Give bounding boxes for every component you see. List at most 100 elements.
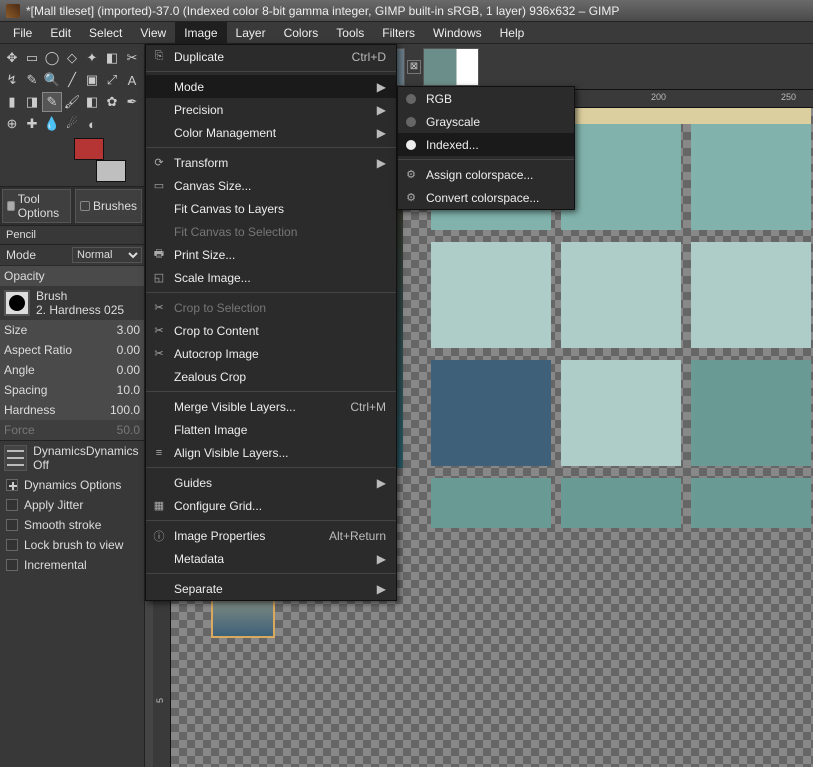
apply-jitter-check[interactable]: Apply Jitter [0, 495, 144, 515]
tool-dodge-icon[interactable]: ◐ [82, 114, 102, 134]
image-menu-item[interactable]: Zealous Crop [146, 365, 396, 388]
checkbox-icon [6, 519, 18, 531]
menu-item-icon: ◱ [152, 271, 166, 285]
menu-windows[interactable]: Windows [424, 22, 491, 43]
bg-color-swatch[interactable] [96, 160, 126, 182]
image-menu-item[interactable]: Guides▶ [146, 471, 396, 494]
opacity-slider[interactable]: Opacity [0, 266, 144, 286]
tool-clone-icon[interactable]: ⊕ [2, 114, 22, 134]
tool-gradient-icon[interactable]: ◨ [22, 92, 42, 112]
tool-smudge-icon[interactable]: ☄ [62, 114, 82, 134]
mode-select[interactable]: Normal [72, 247, 142, 263]
tab-brushes[interactable]: Brushes [75, 189, 142, 223]
tool-transform-icon[interactable]: ⤢ [102, 70, 122, 90]
fg-color-swatch[interactable] [74, 138, 104, 160]
image-menu-item[interactable]: Separate▶ [146, 577, 396, 600]
hardness-slider[interactable]: Hardness100.0 [0, 400, 144, 420]
dynamics-row[interactable]: DynamicsDynamics Off [0, 440, 144, 475]
brushes-icon [80, 201, 90, 211]
tool-bucket-icon[interactable]: ▮ [2, 92, 22, 112]
menu-filters[interactable]: Filters [373, 22, 424, 43]
tool-move-icon[interactable]: ✥ [2, 48, 22, 68]
gear-icon: ⚙ [404, 168, 418, 182]
menu-item-icon: ✂ [152, 347, 166, 361]
image-menu-item[interactable]: ⟳Transform▶ [146, 151, 396, 174]
image-menu-item[interactable]: 🖶Print Size... [146, 243, 396, 266]
menu-tools[interactable]: Tools [327, 22, 373, 43]
image-menu-item[interactable]: Flatten Image [146, 418, 396, 441]
mode-submenu-item[interactable]: ⚙Convert colorspace... [398, 186, 574, 209]
radio-icon [406, 117, 416, 127]
force-slider[interactable]: Force50.0 [0, 420, 144, 440]
menu-select[interactable]: Select [80, 22, 131, 43]
spacing-slider[interactable]: Spacing10.0 [0, 380, 144, 400]
menu-item-icon: ▭ [152, 179, 166, 193]
mode-submenu-item[interactable]: RGB [398, 87, 574, 110]
image-menu-item[interactable]: ◱Scale Image... [146, 266, 396, 289]
image-menu-item[interactable]: ⓘImage PropertiesAlt+Return [146, 524, 396, 547]
tool-eraser-icon[interactable]: ◧ [82, 92, 102, 112]
image-menu-item[interactable]: Precision▶ [146, 98, 396, 121]
tool-blur-icon[interactable]: 💧 [42, 114, 62, 134]
mode-submenu-item[interactable]: ⚙Assign colorspace... [398, 163, 574, 186]
tool-free-select-icon[interactable]: ◇ [62, 48, 82, 68]
tool-ink-icon[interactable]: ✒ [122, 92, 142, 112]
dynamics-options-expander[interactable]: Dynamics Options [0, 475, 144, 495]
tool-ellipse-select-icon[interactable]: ◯ [42, 48, 62, 68]
tool-rect-select-icon[interactable]: ▭ [22, 48, 42, 68]
image-menu-item[interactable]: Color Management▶ [146, 121, 396, 144]
submenu-arrow-icon: ▶ [353, 126, 386, 140]
tool-paths-icon[interactable]: ↯ [2, 70, 22, 90]
menu-view[interactable]: View [131, 22, 175, 43]
tool-fuzzy-select-icon[interactable]: ✦ [82, 48, 102, 68]
tool-pencil-icon[interactable]: ✎ [42, 92, 62, 112]
incremental-check[interactable]: Incremental [0, 555, 144, 575]
image-menu-item: Fit Canvas to Selection [146, 220, 396, 243]
image-menu-item[interactable]: ✂Autocrop Image [146, 342, 396, 365]
tool-crop-icon[interactable]: ▣ [82, 70, 102, 90]
menu-help[interactable]: Help [491, 22, 534, 43]
smooth-stroke-check[interactable]: Smooth stroke [0, 515, 144, 535]
image-menu-item[interactable]: ✂Crop to Content [146, 319, 396, 342]
image-menu-item[interactable]: Metadata▶ [146, 547, 396, 570]
mode-submenu-item[interactable]: Grayscale [398, 110, 574, 133]
menu-image[interactable]: Image [175, 22, 226, 43]
tool-zoom-icon[interactable]: 🔍 [42, 70, 62, 90]
tool-text-icon[interactable]: A [122, 70, 142, 90]
title-bar: *[Mall tileset] (imported)-37.0 (Indexed… [0, 0, 813, 22]
tool-color-picker-icon[interactable]: ✎ [22, 70, 42, 90]
radio-icon [406, 94, 416, 104]
tool-scissors-icon[interactable]: ✂ [122, 48, 142, 68]
image-menu-item[interactable]: Merge Visible Layers...Ctrl+M [146, 395, 396, 418]
image-menu-item[interactable]: Fit Canvas to Layers [146, 197, 396, 220]
color-swatches[interactable] [74, 138, 126, 182]
size-slider[interactable]: Size3.00 [0, 320, 144, 340]
aspect-slider[interactable]: Aspect Ratio0.00 [0, 340, 144, 360]
tool-color-select-icon[interactable]: ◧ [102, 48, 122, 68]
lock-brush-check[interactable]: Lock brush to view [0, 535, 144, 555]
image-menu-item[interactable]: ▦Configure Grid... [146, 494, 396, 517]
menu-colors[interactable]: Colors [275, 22, 328, 43]
close-tab-icon[interactable]: ⊠ [407, 60, 421, 74]
tool-brush-icon[interactable]: 🖌 [62, 92, 82, 112]
menu-edit[interactable]: Edit [41, 22, 80, 43]
image-tab[interactable] [423, 48, 479, 86]
menu-layer[interactable]: Layer [227, 22, 275, 43]
image-menu-item[interactable]: ≡Align Visible Layers... [146, 441, 396, 464]
tool-heal-icon[interactable]: ✚ [22, 114, 42, 134]
image-menu-item[interactable]: ▭Canvas Size... [146, 174, 396, 197]
submenu-arrow-icon: ▶ [353, 103, 386, 117]
image-menu-item[interactable]: Mode▶ [146, 75, 396, 98]
menu-item-icon: ⟳ [152, 156, 166, 170]
tool-airbrush-icon[interactable]: ✿ [102, 92, 122, 112]
angle-slider[interactable]: Angle0.00 [0, 360, 144, 380]
menu-file[interactable]: File [4, 22, 41, 43]
tab-tool-options[interactable]: Tool Options [2, 189, 71, 223]
brush-row[interactable]: Brush2. Hardness 025 [0, 286, 144, 320]
image-menu-item[interactable]: ⎘DuplicateCtrl+D [146, 45, 396, 68]
brush-preview-icon[interactable] [4, 290, 30, 316]
tool-measure-icon[interactable]: ╱ [62, 70, 82, 90]
menu-item-icon: 🖶 [152, 248, 166, 262]
mode-submenu-item[interactable]: Indexed... [398, 133, 574, 156]
checkbox-icon [6, 559, 18, 571]
